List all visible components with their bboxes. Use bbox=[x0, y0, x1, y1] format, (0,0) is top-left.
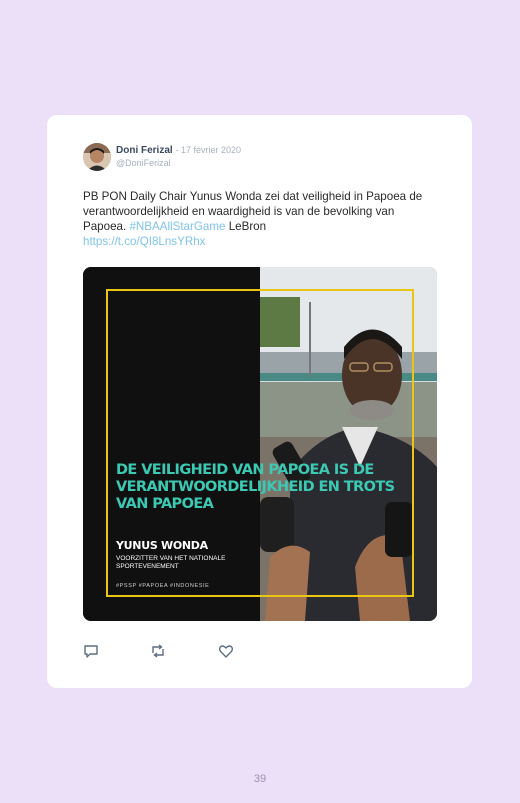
author-line: Doni Ferizal - 17 février 2020 bbox=[116, 145, 241, 156]
author-name[interactable]: Doni Ferizal bbox=[116, 145, 173, 156]
author-avatar[interactable] bbox=[83, 143, 111, 171]
tweet-actions bbox=[83, 643, 263, 659]
hashtag-link[interactable]: #NBAAllStarGame bbox=[129, 220, 225, 233]
media-headline: DE VEILIGHEID VAN PAPOEA IS DE VERANTWOO… bbox=[116, 462, 395, 512]
avatar-image bbox=[83, 143, 111, 171]
media-person-role: VOORZITTER VAN HET NATIONALE SPORTEVENEM… bbox=[116, 555, 226, 570]
tweet-media-image[interactable]: DE VEILIGHEID VAN PAPOEA IS DE VERANTWOO… bbox=[83, 267, 437, 621]
media-person-name: YUNUS WONDA bbox=[116, 539, 208, 552]
media-tags: #PSSP #PAPOEA #INDONESIE bbox=[116, 583, 210, 589]
tweet-card: Doni Ferizal - 17 février 2020 @DoniFeri… bbox=[47, 115, 472, 688]
tweet-date[interactable]: - 17 février 2020 bbox=[175, 145, 241, 155]
like-heart-icon[interactable] bbox=[218, 643, 234, 659]
reply-icon[interactable] bbox=[83, 643, 99, 659]
retweet-icon[interactable] bbox=[150, 643, 166, 659]
tweet-url-link[interactable]: https://t.co/QI8LnsYRhx bbox=[83, 235, 205, 248]
tweet-body-tail: LeBron bbox=[228, 220, 267, 233]
author-handle[interactable]: @DoniFerizal bbox=[116, 158, 171, 168]
page-number: 39 bbox=[253, 773, 267, 785]
tweet-text: PB PON Daily Chair Yunus Wonda zei dat v… bbox=[83, 189, 439, 249]
